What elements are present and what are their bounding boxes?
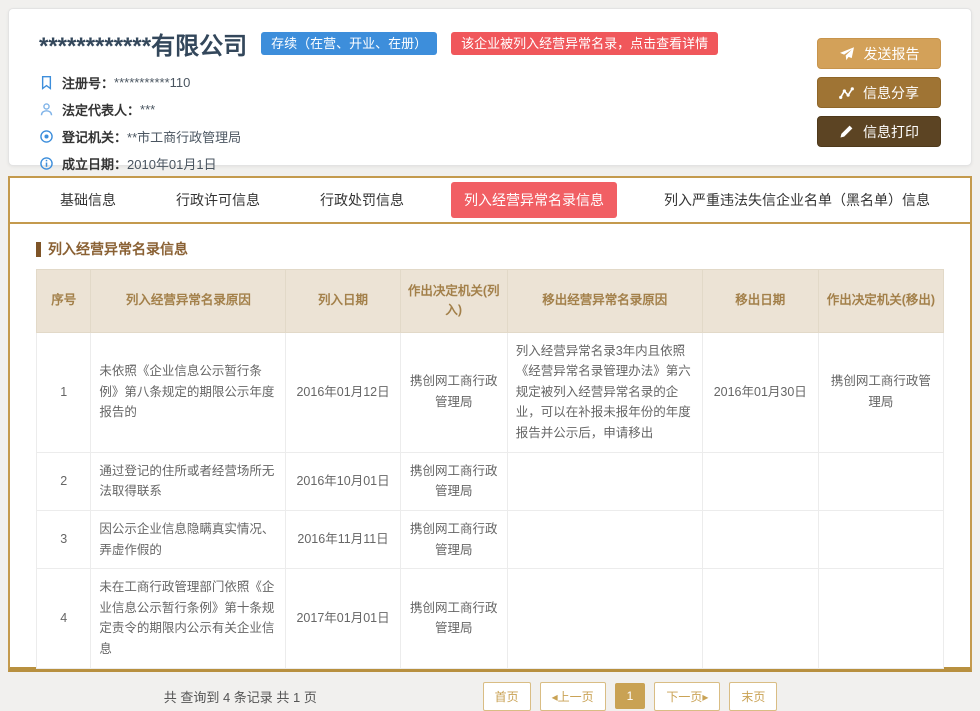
info-row-establish-date: 成立日期： 2010年01月1日 <box>39 150 941 177</box>
section-title-marker <box>36 242 41 257</box>
table-row: 2 通过登记的住所或者经营场所无法取得联系 2016年10月01日 携创网工商行… <box>37 452 944 510</box>
cell-index: 1 <box>37 332 91 452</box>
cell-inclusion-reason: 因公示企业信息隐瞒真实情况、弄虚作假的 <box>91 510 286 568</box>
tab-administrative-license[interactable]: 行政许可信息 <box>163 182 273 218</box>
action-label: 信息打印 <box>863 122 919 142</box>
establish-date-value: 2010年01月1日 <box>127 154 217 173</box>
info-row-registration-number: 注册号： ***********110 <box>39 69 941 96</box>
cell-removal-reason <box>507 510 702 568</box>
cell-removal-reason <box>507 452 702 510</box>
tab-abnormal-operation-list[interactable]: 列入经营异常名录信息 <box>451 182 617 218</box>
info-label: 登记机关： <box>62 127 127 146</box>
info-label: 法定代表人： <box>62 100 140 119</box>
tab-basic-info[interactable]: 基础信息 <box>47 182 129 218</box>
cell-removal-reason: 列入经营异常名录3年内且依照《经营异常名录管理办法》第六规定被列入经营异常名录的… <box>507 332 702 452</box>
info-row-registration-authority: 登记机关： **市工商行政管理局 <box>39 123 941 150</box>
info-icon <box>39 156 54 171</box>
tab-administrative-penalty[interactable]: 行政处罚信息 <box>307 182 417 218</box>
cell-removal-authority <box>818 510 943 568</box>
column-header-index: 序号 <box>37 270 91 333</box>
share-info-button[interactable]: 信息分享 <box>817 77 941 108</box>
pagination-row: 共 查询到 4 条记录 共 1 页 首页 ◂上一页 1 下一页▸ 末页 <box>36 682 944 711</box>
cell-inclusion-reason: 未在工商行政管理部门依照《企业信息公示暂行条例》第十条规定责令的期限内公示有关企… <box>91 569 286 669</box>
table-header-row: 序号 列入经营异常名录原因 列入日期 作出决定机关(列入) 移出经营异常名录原因… <box>37 270 944 333</box>
registration-authority-value: **市工商行政管理局 <box>127 127 241 146</box>
cell-removal-reason <box>507 569 702 669</box>
pagination-next-button[interactable]: 下一页▸ <box>654 682 720 711</box>
section-title: 列入经营异常名录信息 <box>36 239 944 259</box>
cell-index: 3 <box>37 510 91 568</box>
column-header-removal-date: 移出日期 <box>702 270 818 333</box>
cell-removal-date <box>702 452 818 510</box>
bookmark-icon <box>39 75 54 90</box>
cell-inclusion-reason: 通过登记的住所或者经营场所无法取得联系 <box>91 452 286 510</box>
cell-removal-date: 2016年01月30日 <box>702 332 818 452</box>
action-label: 信息分享 <box>863 83 919 103</box>
table-row: 4 未在工商行政管理部门依照《企业信息公示暂行条例》第十条规定责令的期限内公示有… <box>37 569 944 669</box>
registration-number-value: ***********110 <box>114 75 190 90</box>
cell-inclusion-reason: 未依照《企业信息公示暂行条例》第八条规定的期限公示年度报告的 <box>91 332 286 452</box>
legal-representative-value: *** <box>140 102 155 117</box>
cell-inclusion-date: 2016年01月12日 <box>286 332 400 452</box>
cell-inclusion-date: 2016年10月01日 <box>286 452 400 510</box>
company-header-card: ************有限公司 存续（在营、开业、在册） 该企业被列入经营异常… <box>8 8 972 166</box>
print-info-button[interactable]: 信息打印 <box>817 116 941 147</box>
cell-removal-date <box>702 510 818 568</box>
section-title-text: 列入经营异常名录信息 <box>48 239 188 259</box>
company-info-list: 注册号： ***********110 法定代表人： *** 登记机关： **市… <box>39 69 941 177</box>
info-label: 注册号： <box>62 73 114 92</box>
send-report-button[interactable]: 发送报告 <box>817 38 941 69</box>
detail-panel: 基础信息 行政许可信息 行政处罚信息 列入经营异常名录信息 列入严重违法失信企业… <box>8 176 972 672</box>
pagination-prev-button[interactable]: ◂上一页 <box>540 682 606 711</box>
cell-inclusion-authority: 携创网工商行政管理局 <box>400 569 507 669</box>
cell-inclusion-date: 2016年11月11日 <box>286 510 400 568</box>
action-label: 发送报告 <box>864 44 920 64</box>
company-title-row: ************有限公司 存续（在营、开业、在册） 该企业被列入经营异常… <box>39 26 941 61</box>
column-header-inclusion-authority: 作出决定机关(列入) <box>400 270 507 333</box>
cell-removal-date <box>702 569 818 669</box>
table-row: 3 因公示企业信息隐瞒真实情况、弄虚作假的 2016年11月11日 携创网工商行… <box>37 510 944 568</box>
location-icon <box>39 129 54 144</box>
tab-bar: 基础信息 行政许可信息 行政处罚信息 列入经营异常名录信息 列入严重违法失信企业… <box>10 178 970 224</box>
info-label: 成立日期： <box>62 154 127 173</box>
abnormal-warning-badge[interactable]: 该企业被列入经营异常名录，点击查看详情 <box>451 32 718 56</box>
cell-inclusion-authority: 携创网工商行政管理局 <box>400 332 507 452</box>
cell-removal-authority <box>818 452 943 510</box>
header-actions: 发送报告 信息分享 信息打印 <box>817 38 941 147</box>
column-header-removal-authority: 作出决定机关(移出) <box>818 270 943 333</box>
pagination: 首页 ◂上一页 1 下一页▸ 末页 <box>483 682 778 711</box>
pencil-icon <box>839 124 854 139</box>
record-count-summary: 共 查询到 4 条记录 共 1 页 <box>36 687 445 706</box>
cell-removal-authority: 携创网工商行政管理局 <box>818 332 943 452</box>
person-icon <box>39 102 54 117</box>
table-row: 1 未依照《企业信息公示暂行条例》第八条规定的期限公示年度报告的 2016年01… <box>37 332 944 452</box>
status-badge: 存续（在营、开业、在册） <box>261 32 437 56</box>
abnormal-records-table: 序号 列入经营异常名录原因 列入日期 作出决定机关(列入) 移出经营异常名录原因… <box>36 269 944 669</box>
pagination-first-button[interactable]: 首页 <box>483 682 531 711</box>
pagination-page-1-button[interactable]: 1 <box>615 683 646 709</box>
cell-index: 4 <box>37 569 91 669</box>
column-header-inclusion-reason: 列入经营异常名录原因 <box>91 270 286 333</box>
column-header-inclusion-date: 列入日期 <box>286 270 400 333</box>
share-icon <box>839 86 854 100</box>
tab-serious-violation-blacklist[interactable]: 列入严重违法失信企业名单（黑名单）信息 <box>651 182 943 218</box>
pagination-last-button[interactable]: 末页 <box>729 682 777 711</box>
cell-index: 2 <box>37 452 91 510</box>
column-header-removal-reason: 移出经营异常名录原因 <box>507 270 702 333</box>
cell-removal-authority <box>818 569 943 669</box>
info-row-legal-representative: 法定代表人： *** <box>39 96 941 123</box>
tab-content: 列入经营异常名录信息 序号 列入经营异常名录原因 列入日期 作出决定机关(列入)… <box>10 224 970 711</box>
cell-inclusion-date: 2017年01月01日 <box>286 569 400 669</box>
cell-inclusion-authority: 携创网工商行政管理局 <box>400 452 507 510</box>
company-name: ************有限公司 <box>39 26 247 61</box>
cell-inclusion-authority: 携创网工商行政管理局 <box>400 510 507 568</box>
paper-plane-icon <box>839 46 855 62</box>
